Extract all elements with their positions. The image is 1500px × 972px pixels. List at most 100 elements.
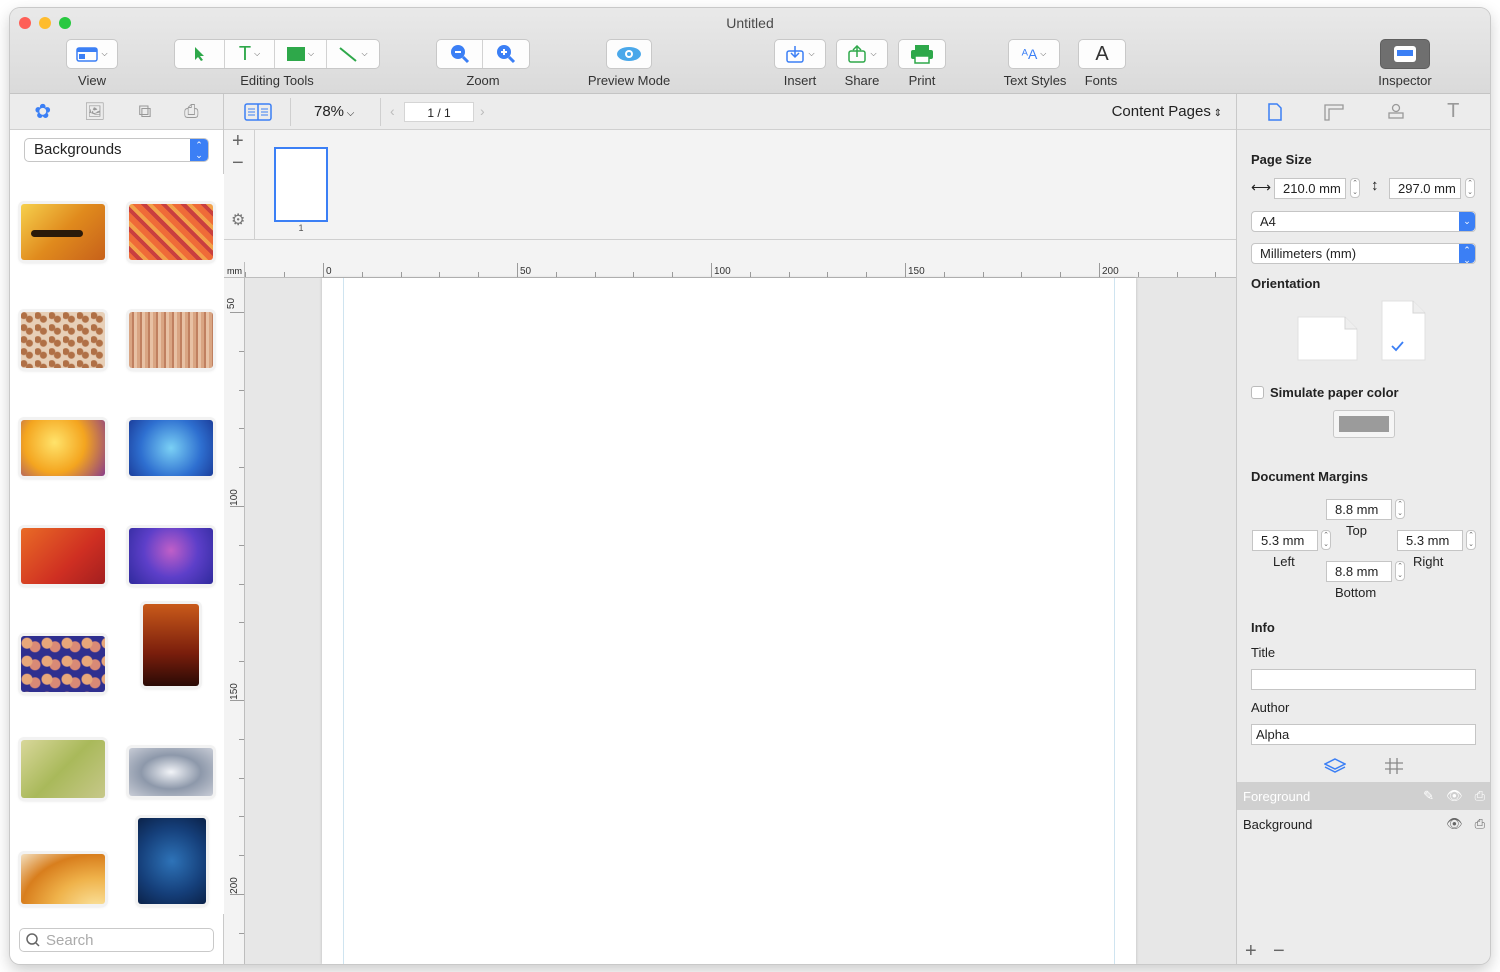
book-view-icon[interactable] — [244, 103, 272, 121]
next-page-icon[interactable]: › — [480, 103, 485, 119]
inspector-tabs: T — [1237, 94, 1490, 130]
document-canvas[interactable] — [245, 278, 1236, 964]
page-thumbnail[interactable] — [274, 147, 328, 222]
view-button[interactable]: ⌵ — [66, 39, 118, 69]
landscape-orientation-icon[interactable] — [1297, 316, 1359, 362]
visibility-icon[interactable]: 👁︎ — [1446, 816, 1463, 832]
edit-layer-icon[interactable]: ✎ — [1423, 788, 1434, 804]
add-page-icon[interactable]: + — [232, 130, 244, 153]
paper-color-well[interactable] — [1333, 410, 1395, 438]
grid-icon[interactable] — [1384, 757, 1404, 775]
width-stepper[interactable]: ⌃ ⌄ — [1350, 178, 1360, 198]
zoom-in-button[interactable] — [483, 40, 529, 68]
print-button[interactable] — [898, 39, 946, 69]
paper-size-select[interactable]: A4 ⌄ — [1251, 211, 1476, 232]
thumbnail-item[interactable] — [21, 312, 105, 368]
portrait-orientation-icon[interactable] — [1381, 300, 1427, 362]
inspector-button[interactable] — [1380, 39, 1430, 69]
library-tab-icon[interactable]: ⎙ — [184, 101, 198, 122]
remove-layer-icon[interactable]: − — [1273, 940, 1285, 963]
text-tool-button[interactable]: T ⌵ — [225, 40, 275, 68]
page-width-field[interactable]: 210.0 mm — [1274, 178, 1346, 199]
thumbnail-item[interactable] — [21, 636, 105, 692]
simulate-paper-color-label: Simulate paper color — [1270, 385, 1399, 400]
share-button[interactable]: ⌵ — [836, 39, 888, 69]
shape-tool-button[interactable]: ⌵ — [275, 40, 327, 68]
margin-guide-left — [343, 278, 344, 964]
margin-top-field[interactable]: 8.8 mm — [1326, 499, 1392, 520]
author-field[interactable]: Alpha — [1251, 724, 1476, 745]
margin-right-stepper[interactable]: ⌃ ⌄ — [1466, 530, 1476, 550]
thumbnail-item[interactable] — [21, 740, 105, 798]
app-window: Untitled ⌵ View T ⌵ ⌵ ⌵ Editing Tools Zo… — [10, 8, 1490, 964]
ruler-tick — [239, 855, 244, 857]
page-indicator[interactable]: 1 / 1 — [404, 102, 474, 122]
stamp-tab-icon[interactable] — [1386, 103, 1406, 121]
zoom-out-icon — [450, 45, 469, 64]
margin-right-field[interactable]: 5.3 mm — [1397, 530, 1463, 551]
thumbnail-item[interactable] — [138, 818, 206, 904]
remove-page-icon[interactable]: − — [232, 152, 244, 175]
thumbnail-item[interactable] — [21, 204, 105, 260]
page-height-field[interactable]: 297.0 mm — [1389, 178, 1461, 199]
shapes-tab-icon[interactable]: ⧉ — [138, 101, 151, 122]
thumbnail-item[interactable] — [129, 528, 213, 584]
clipart-tab-icon[interactable]: ✿ — [34, 99, 51, 124]
thumbnail-item[interactable] — [129, 204, 213, 260]
thumbnail-item[interactable] — [129, 312, 213, 368]
select-tool-button[interactable] — [175, 40, 225, 68]
ruler-tick — [239, 816, 244, 818]
divider — [290, 98, 291, 126]
margin-guide-right — [1114, 278, 1115, 964]
thumbnail-item[interactable] — [129, 748, 213, 796]
layers-icon[interactable] — [1324, 757, 1346, 775]
margin-bottom-stepper[interactable]: ⌃ ⌄ — [1395, 561, 1405, 581]
layer-name: Foreground — [1243, 788, 1311, 804]
view-mode-menu[interactable]: Content Pages ⇕ — [1112, 103, 1222, 120]
category-label: Backgrounds — [34, 141, 122, 158]
previous-page-icon[interactable]: ‹ — [390, 103, 395, 119]
author-label: Author — [1251, 700, 1290, 715]
ruler-tab-icon[interactable] — [1323, 103, 1345, 121]
margin-top-stepper[interactable]: ⌃ ⌄ — [1395, 499, 1405, 519]
info-heading: Info — [1251, 620, 1275, 635]
page-thumbnail-strip: + − ⚙ 1 — [224, 130, 1236, 240]
layer-row[interactable]: Background 👁︎ ⎙ — [1237, 810, 1490, 838]
text-tab-icon[interactable]: T — [1447, 100, 1459, 123]
line-tool-button[interactable]: ⌵ — [327, 40, 379, 68]
view-mode-label: Content Pages — [1111, 103, 1211, 120]
document-tab-icon[interactable] — [1267, 102, 1282, 121]
add-layer-icon[interactable]: + — [1245, 940, 1257, 963]
document-page[interactable] — [322, 278, 1136, 964]
print-layer-icon[interactable]: ⎙ — [1475, 816, 1485, 832]
view-label: View — [78, 73, 106, 88]
fonts-button[interactable]: A — [1078, 39, 1126, 69]
simulate-paper-color-checkbox[interactable] — [1251, 386, 1264, 399]
search-field[interactable]: Search — [19, 928, 214, 952]
preview-mode-button[interactable] — [606, 39, 652, 69]
gear-icon[interactable]: ⚙ — [231, 210, 245, 230]
margin-left-field[interactable]: 5.3 mm — [1252, 530, 1318, 551]
visibility-icon[interactable]: 👁︎ — [1446, 788, 1463, 804]
text-styles-button[interactable]: ᴬA ⌵ — [1008, 39, 1060, 69]
thumbnail-item[interactable] — [21, 420, 105, 476]
print-layer-icon[interactable]: ⎙ — [1475, 788, 1485, 804]
insert-button[interactable]: ⌵ — [774, 39, 826, 69]
thumbnail-item[interactable] — [143, 604, 199, 686]
category-dropdown[interactable]: Backgrounds ⌃ ⌄ — [24, 138, 209, 162]
image-tab-icon[interactable]: 🖼︎ — [84, 102, 106, 122]
thumbnail-item[interactable] — [129, 420, 213, 476]
height-stepper[interactable]: ⌃ ⌄ — [1465, 178, 1475, 198]
preview-mode-label: Preview Mode — [587, 73, 671, 88]
title-field[interactable] — [1251, 669, 1476, 690]
units-select[interactable]: Millimeters (mm) ⌃ ⌄ — [1251, 243, 1476, 265]
layer-row[interactable]: Foreground ✎ 👁︎ ⎙ — [1237, 782, 1490, 810]
thumbnail-item[interactable] — [21, 854, 105, 904]
zoom-menu[interactable]: 78% ⌵ — [314, 103, 354, 120]
zoom-out-button[interactable] — [437, 40, 484, 68]
ruler-tick — [439, 272, 441, 277]
margin-left-stepper[interactable]: ⌃ ⌄ — [1321, 530, 1331, 550]
ruler-tick — [749, 272, 751, 277]
margin-bottom-field[interactable]: 8.8 mm — [1326, 561, 1392, 582]
thumbnail-item[interactable] — [21, 528, 105, 584]
